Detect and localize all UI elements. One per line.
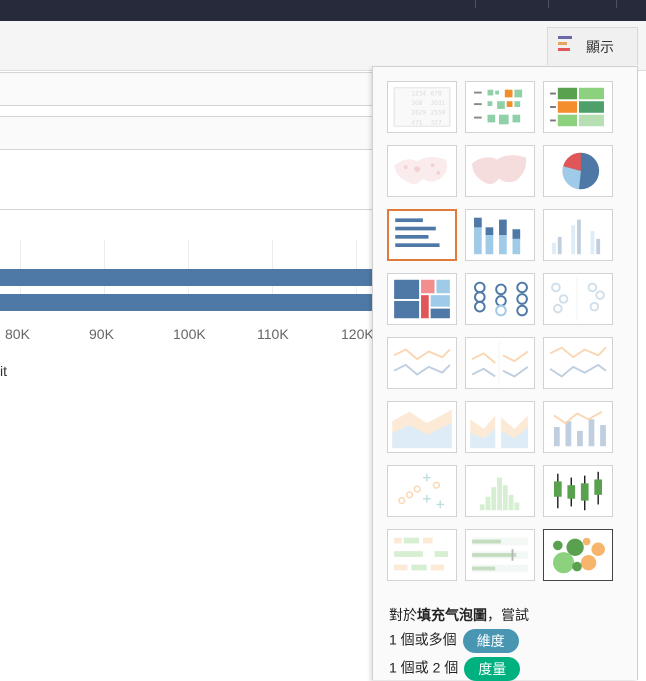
svg-text:308: 308 bbox=[411, 101, 422, 107]
chart-type-dual-lines[interactable] bbox=[543, 337, 613, 389]
chart-type-area-continuous[interactable] bbox=[387, 401, 457, 453]
chart-type-bullet-graph[interactable] bbox=[465, 529, 535, 581]
x-axis-title[interactable]: it bbox=[0, 363, 7, 379]
x-tick-label: 120K bbox=[341, 326, 374, 342]
chart-type-scatter-plot[interactable] bbox=[387, 465, 457, 517]
chart-type-area-discrete[interactable] bbox=[465, 401, 535, 453]
chart-type-symbol-map[interactable] bbox=[387, 145, 457, 197]
chart-type-text-table[interactable]: 1234 678 308 3031 2629 2559 471 327 bbox=[387, 81, 457, 133]
show-me-button[interactable]: 顯示 bbox=[547, 27, 638, 65]
svg-text:471: 471 bbox=[411, 120, 422, 126]
chart-type-dual-combination[interactable] bbox=[543, 401, 613, 453]
view-canvas: 80K 90K 100K 110K 120K it bbox=[0, 160, 374, 680]
packed-bubbles-icon bbox=[553, 537, 605, 574]
dual-lines-icon bbox=[549, 346, 607, 378]
hint-line-dimensions: 1 個或多個 維度 bbox=[389, 629, 519, 653]
hint-line-measures: 1 個或 2 個度量 bbox=[389, 657, 521, 681]
highlight-table-icon bbox=[550, 87, 604, 127]
dimension-pill: 維度 bbox=[462, 629, 519, 653]
hint-chart-name: 填充气泡圖 bbox=[417, 607, 487, 623]
title-bar-divider bbox=[548, 0, 549, 8]
text-table-icon: 1234 678 308 3031 2629 2559 471 327 bbox=[393, 87, 451, 127]
bar-mark[interactable] bbox=[0, 269, 372, 286]
x-tick-label: 80K bbox=[5, 326, 30, 342]
chart-type-pie-chart[interactable] bbox=[543, 145, 613, 197]
gantt-chart-icon bbox=[394, 537, 448, 571]
scatter-plot-icon bbox=[398, 473, 445, 509]
chart-type-stacked-bars[interactable] bbox=[465, 209, 535, 261]
symbol-map-icon bbox=[394, 156, 448, 185]
filled-map-icon bbox=[472, 155, 527, 185]
svg-text:3031: 3031 bbox=[431, 101, 446, 107]
box-and-whisker-icon bbox=[553, 471, 603, 511]
dual-combination-icon bbox=[553, 410, 606, 447]
header-pane bbox=[0, 160, 372, 210]
chart-type-heat-map[interactable] bbox=[465, 81, 535, 133]
show-me-icon bbox=[558, 35, 574, 58]
chart-type-circle-views[interactable] bbox=[465, 273, 535, 325]
svg-text:1234: 1234 bbox=[411, 91, 426, 97]
title-bar-divider bbox=[616, 0, 617, 8]
svg-text:2559: 2559 bbox=[431, 111, 446, 117]
pie-chart-icon bbox=[562, 152, 600, 190]
app-title-bar bbox=[0, 0, 646, 21]
chart-type-side-by-side-circles[interactable] bbox=[543, 273, 613, 325]
columns-shelf[interactable] bbox=[0, 72, 372, 106]
lines-discrete-icon bbox=[471, 341, 529, 385]
x-tick-label: 110K bbox=[257, 326, 289, 342]
lines-continuous-icon bbox=[393, 348, 451, 376]
horizontal-bars-icon bbox=[395, 218, 440, 247]
chart-type-lines-discrete[interactable] bbox=[465, 337, 535, 389]
circle-views-icon bbox=[474, 281, 528, 317]
measure-pill: 度量 bbox=[464, 657, 521, 681]
chart-type-histogram[interactable] bbox=[465, 465, 535, 517]
chart-type-treemap[interactable] bbox=[387, 273, 457, 325]
x-tick-label: 90K bbox=[89, 326, 114, 342]
area-continuous-icon bbox=[392, 409, 452, 449]
x-tick-label: 100K bbox=[173, 326, 206, 342]
chart-type-highlight-table[interactable] bbox=[543, 81, 613, 133]
chart-type-side-by-side-bars[interactable] bbox=[543, 209, 613, 261]
side-by-side-circles-icon bbox=[551, 277, 605, 321]
chart-type-lines-continuous[interactable] bbox=[387, 337, 457, 389]
chart-type-box-and-whisker[interactable] bbox=[543, 465, 613, 517]
heat-map-icon bbox=[474, 89, 523, 125]
show-me-label: 顯示 bbox=[586, 38, 614, 55]
chart-type-gantt-chart[interactable] bbox=[387, 529, 457, 581]
svg-text:327: 327 bbox=[431, 120, 442, 126]
svg-text:2629: 2629 bbox=[411, 111, 426, 117]
show-me-panel: 1234 678 308 3031 2629 2559 471 327 對於填充气泡圖，嘗試 … bbox=[372, 66, 638, 681]
title-bar-divider bbox=[475, 0, 476, 8]
area-discrete-icon bbox=[470, 415, 528, 449]
stacked-bars-icon bbox=[474, 217, 521, 255]
svg-text:678: 678 bbox=[431, 91, 442, 97]
bullet-graph-icon bbox=[472, 537, 528, 573]
chart-type-filled-map[interactable] bbox=[465, 145, 535, 197]
treemap-icon bbox=[394, 279, 450, 319]
chart-type-horizontal-bars[interactable] bbox=[387, 209, 457, 261]
hint-line-chart: 對於填充气泡圖，嘗試 bbox=[389, 607, 529, 623]
rows-shelf[interactable] bbox=[0, 116, 372, 150]
histogram-icon bbox=[479, 477, 520, 511]
side-by-side-bars-icon bbox=[552, 219, 601, 255]
chart-type-packed-bubbles[interactable] bbox=[543, 529, 613, 581]
bar-mark[interactable] bbox=[0, 294, 372, 311]
